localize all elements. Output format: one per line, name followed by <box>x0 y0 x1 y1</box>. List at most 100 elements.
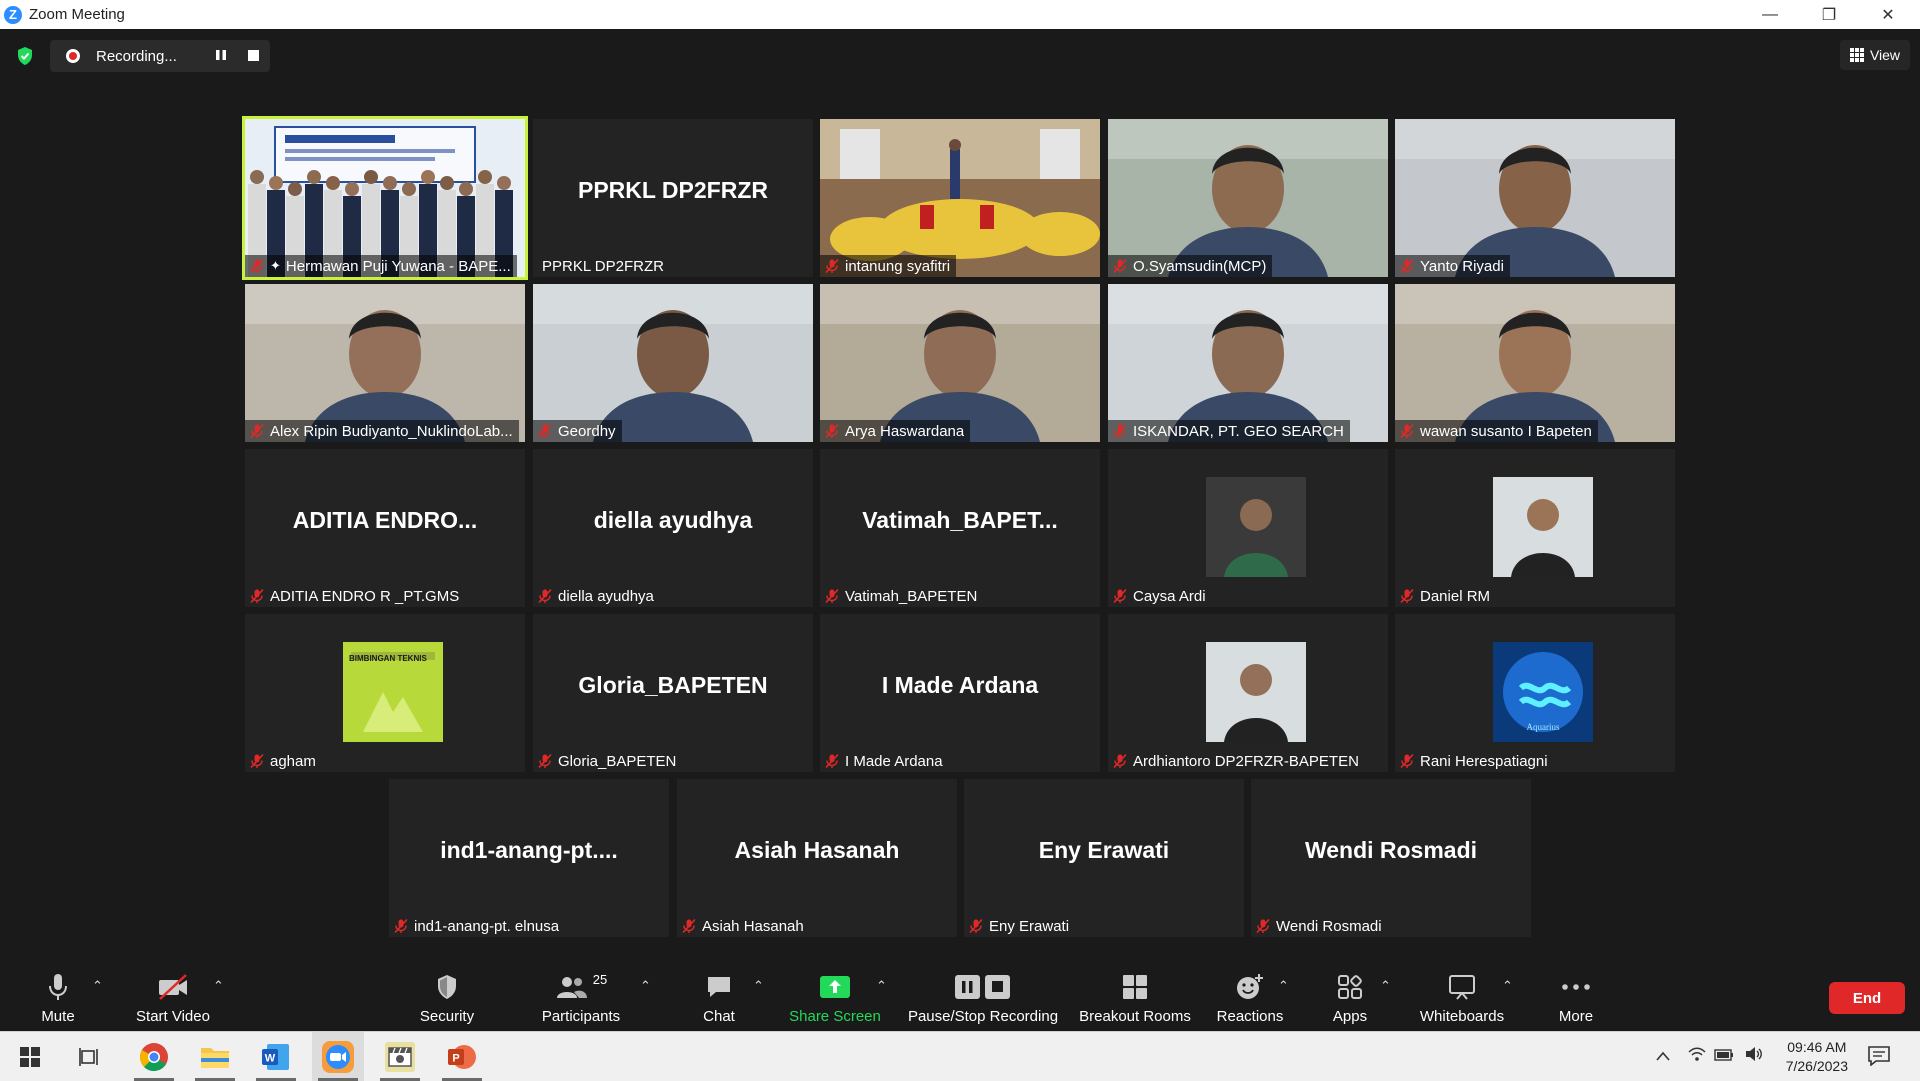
participant-name-label: O.Syamsudin(MCP) <box>1108 255 1273 277</box>
participant-tile[interactable]: PPRKL DP2FRZR PPRKL DP2FRZR <box>533 119 813 277</box>
pause-stop-recording-button[interactable]: Pause/Stop Recording <box>904 956 1062 1031</box>
chat-options-caret[interactable]: ⌃ <box>753 978 764 994</box>
stop-recording-button[interactable] <box>248 50 259 61</box>
participant-tile[interactable]: Aquarius Rani Herespatiagni <box>1395 614 1675 772</box>
participant-name: Geordhy <box>558 422 616 440</box>
participant-name: agham <box>270 752 316 770</box>
video-off-icon <box>156 972 190 1002</box>
view-button[interactable]: View <box>1840 40 1910 70</box>
participant-tile[interactable]: diella ayudhya diella ayudhya <box>533 449 813 607</box>
mic-muted-icon <box>1399 753 1415 769</box>
participants-button[interactable]: 25 Participants <box>536 956 626 1031</box>
reactions-button[interactable]: Reactions <box>1212 956 1288 1031</box>
reactions-options-caret[interactable]: ⌃ <box>1278 978 1289 994</box>
participant-name-label: Ardhiantoro DP2FRZR-BAPETEN <box>1108 750 1365 772</box>
mute-button[interactable]: Mute <box>28 956 88 1031</box>
mute-options-caret[interactable]: ⌃ <box>92 978 103 994</box>
participant-tile[interactable]: Asiah Hasanah Asiah Hasanah <box>677 779 957 937</box>
participant-name-label: intanung syafitri <box>820 255 957 277</box>
mic-muted-icon <box>1112 753 1128 769</box>
participant-tile[interactable]: Alex Ripin Budiyanto_NuklindoLab... <box>245 284 525 442</box>
close-button[interactable]: ✕ <box>1859 0 1917 29</box>
participant-tile[interactable]: BIMBINGAN TEKNIS agham <box>245 614 525 772</box>
participant-tile[interactable]: Vatimah_BAPET... Vatimah_BAPETEN <box>820 449 1100 607</box>
zoom-logo-icon: Z <box>4 5 22 24</box>
grid-icon <box>1849 48 1864 62</box>
participant-tile[interactable]: Gloria_BAPETEN Gloria_BAPETEN <box>533 614 813 772</box>
start-video-button[interactable]: Start Video <box>130 956 216 1031</box>
participant-tile[interactable]: wawan susanto I Bapeten <box>1395 284 1675 442</box>
chrome-icon[interactable] <box>128 1032 180 1081</box>
restore-button[interactable]: ❐ <box>1800 0 1858 29</box>
notifications-icon[interactable] <box>1868 1046 1890 1071</box>
participant-tile[interactable]: ✦ Hermawan Puji Yuwana - BAPE... <box>242 116 528 280</box>
avatar-caption: BIMBINGAN TEKNIS <box>349 654 427 663</box>
system-clock[interactable]: 09:46 AM 7/26/2023 <box>1786 1038 1848 1076</box>
word-icon[interactable]: W <box>250 1032 302 1081</box>
mic-muted-icon <box>537 753 553 769</box>
participant-tile[interactable]: Wendi Rosmadi Wendi Rosmadi <box>1251 779 1531 937</box>
participant-tile[interactable]: ISKANDAR, PT. GEO SEARCH <box>1108 284 1388 442</box>
participant-tile[interactable]: Daniel RM <box>1395 449 1675 607</box>
wifi-icon[interactable] <box>1688 1046 1706 1067</box>
participant-tile[interactable]: Ardhiantoro DP2FRZR-BAPETEN <box>1108 614 1388 772</box>
powerpoint-icon[interactable]: P <box>436 1032 488 1081</box>
meeting-toolbar: Mute ⌃ Start Video ⌃ Security 25 Partici… <box>0 956 1920 1031</box>
participant-name: Wendi Rosmadi <box>1276 917 1382 935</box>
participant-tile[interactable]: Geordhy <box>533 284 813 442</box>
pin-icon: ✦ <box>270 258 281 273</box>
participant-tile[interactable]: Eny Erawati Eny Erawati <box>964 779 1244 937</box>
start-icon[interactable] <box>4 1032 56 1081</box>
participant-display-name: Asiah Hasanah <box>734 837 900 863</box>
file-explorer-icon[interactable] <box>189 1032 241 1081</box>
participant-name-label: Yanto Riyadi <box>1395 255 1510 277</box>
mic-muted-icon <box>824 588 840 604</box>
mic-muted-icon <box>393 918 409 934</box>
participant-tile[interactable]: Caysa Ardi <box>1108 449 1388 607</box>
participant-display-name: Vatimah_BAPET... <box>862 507 1058 533</box>
window-title: Zoom Meeting <box>29 6 125 23</box>
participants-options-caret[interactable]: ⌃ <box>640 978 651 994</box>
photos-icon[interactable] <box>374 1032 426 1081</box>
mic-muted-icon <box>824 753 840 769</box>
participant-display-name: I Made Ardana <box>881 672 1039 698</box>
participant-name: Rani Herespatiagni <box>1420 752 1548 770</box>
volume-icon[interactable] <box>1744 1046 1764 1067</box>
svg-text:P: P <box>452 1052 459 1064</box>
video-options-caret[interactable]: ⌃ <box>213 978 224 994</box>
share-options-caret[interactable]: ⌃ <box>876 978 887 994</box>
mic-muted-icon <box>1112 588 1128 604</box>
participant-tile[interactable]: ADITIA ENDRO... ADITIA ENDRO R _PT.GMS <box>245 449 525 607</box>
apps-button[interactable]: Apps <box>1322 956 1378 1031</box>
end-meeting-button[interactable]: End <box>1829 982 1905 1014</box>
participants-count: 25 <box>592 972 608 987</box>
participant-tile[interactable]: Arya Haswardana <box>820 284 1100 442</box>
pause-recording-button[interactable] <box>215 49 229 63</box>
whiteboards-options-caret[interactable]: ⌃ <box>1502 978 1513 994</box>
breakout-rooms-icon <box>1122 972 1148 1002</box>
security-button[interactable]: Security <box>412 956 482 1031</box>
participant-display-name: ADITIA ENDRO... <box>292 507 478 533</box>
participant-name-label: ISKANDAR, PT. GEO SEARCH <box>1108 420 1350 442</box>
participant-name-label: Geordhy <box>533 420 622 442</box>
participant-tile[interactable]: ind1-anang-pt.... ind1-anang-pt. elnusa <box>389 779 669 937</box>
zoom-icon[interactable] <box>312 1032 364 1081</box>
participant-tile[interactable]: Yanto Riyadi <box>1395 119 1675 277</box>
participant-tile[interactable]: intanung syafitri <box>820 119 1100 277</box>
battery-icon[interactable] <box>1714 1048 1734 1066</box>
breakout-rooms-button[interactable]: Breakout Rooms <box>1078 956 1192 1031</box>
task-view-icon[interactable] <box>64 1032 116 1081</box>
chat-button[interactable]: Chat <box>694 956 744 1031</box>
apps-icon <box>1337 972 1363 1002</box>
whiteboards-button[interactable]: Whiteboards <box>1414 956 1510 1031</box>
mic-muted-icon <box>1112 258 1128 274</box>
participant-tile[interactable]: O.Syamsudin(MCP) <box>1108 119 1388 277</box>
participant-display-name: PPRKL DP2FRZR <box>578 177 768 203</box>
apps-options-caret[interactable]: ⌃ <box>1380 978 1391 994</box>
more-button[interactable]: More <box>1548 956 1604 1031</box>
participant-tile[interactable]: I Made Ardana I Made Ardana <box>820 614 1100 772</box>
minimize-button[interactable]: — <box>1741 0 1799 29</box>
shield-check-icon[interactable] <box>16 46 34 66</box>
tray-overflow-caret[interactable] <box>1656 1048 1670 1066</box>
share-screen-button[interactable]: Share Screen <box>788 956 882 1031</box>
